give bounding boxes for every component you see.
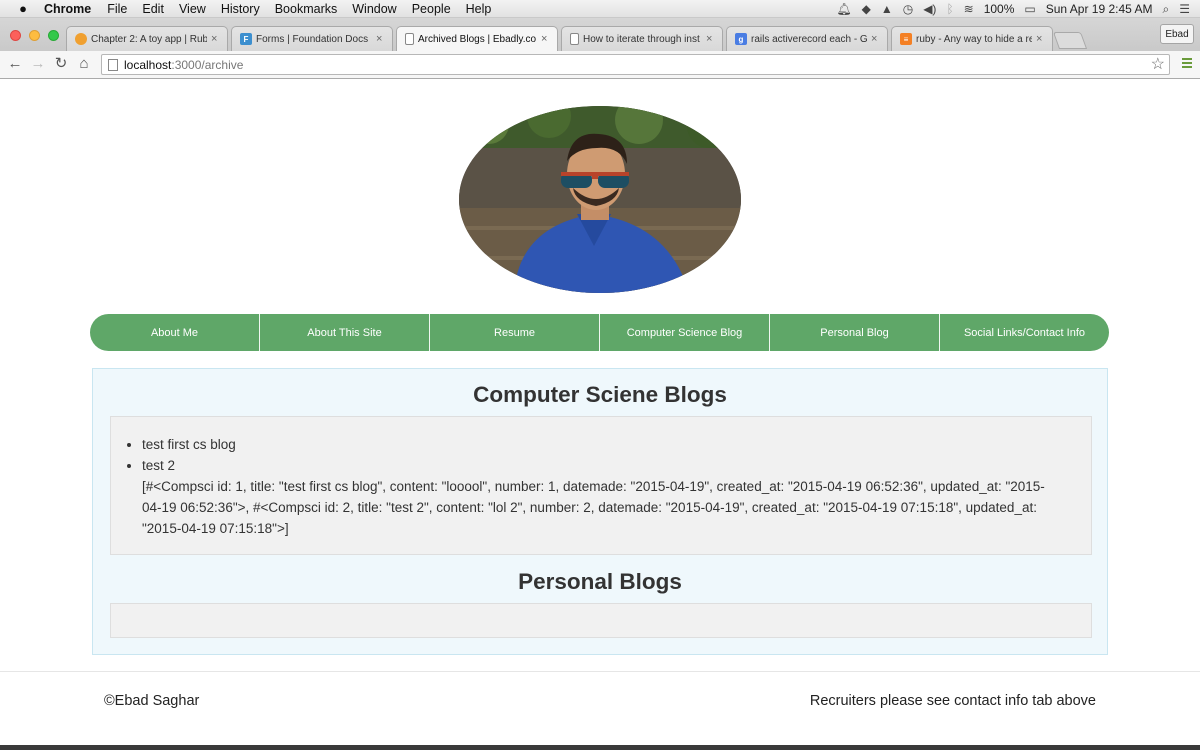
stackoverflow-icon: ≡ xyxy=(900,33,912,45)
browser-tab-active[interactable]: Archived Blogs | Ebadly.co × xyxy=(396,26,558,51)
browser-tab[interactable]: Chapter 2: A toy app | Rub × xyxy=(66,26,228,51)
battery-icon[interactable]: ▭ xyxy=(1024,2,1035,16)
status-area: 🔔︎ ◆ ▲ ◷ ◀) ᛒ ≋ 100% ▭ Sun Apr 19 2:45 A… xyxy=(836,0,1190,18)
cs-blogs-heading: Computer Sciene Blogs xyxy=(473,382,727,407)
nav-about-me[interactable]: About Me xyxy=(90,314,260,351)
notification-center-icon[interactable]: ☰ xyxy=(1179,2,1190,16)
menu-edit[interactable]: Edit xyxy=(142,2,164,16)
google-icon: g xyxy=(735,33,747,45)
profile-button[interactable]: Ebad xyxy=(1160,24,1194,44)
tab-title: ruby - Any way to hide a re xyxy=(916,33,1032,45)
battery-percent: 100% xyxy=(983,2,1015,16)
close-tab-icon[interactable]: × xyxy=(211,33,221,45)
reload-icon[interactable]: ↻ xyxy=(52,55,70,73)
chrome-menu-icon[interactable] xyxy=(1182,58,1192,70)
footer-copyright: ©Ebad Saghar xyxy=(104,693,200,709)
back-arrow-icon[interactable]: ← xyxy=(6,55,24,73)
browser-tab[interactable]: F Forms | Foundation Docs × xyxy=(231,26,393,51)
address-bar[interactable]: localhost:3000/archive ☆ xyxy=(101,54,1170,75)
page-icon xyxy=(405,33,414,45)
notification-bell-icon[interactable]: 🔔︎ xyxy=(836,2,851,16)
tab-title: Archived Blogs | Ebadly.co xyxy=(418,33,537,45)
time-machine-icon[interactable]: ◷ xyxy=(903,2,913,16)
window-controls xyxy=(10,30,59,41)
desktop-edge xyxy=(0,745,1200,750)
profile-photo xyxy=(459,106,741,293)
home-icon[interactable]: ⌂ xyxy=(75,55,93,73)
web-page: About Me About This Site Resume Computer… xyxy=(0,80,1200,750)
menu-bookmarks[interactable]: Bookmarks xyxy=(275,2,338,16)
page-icon xyxy=(570,33,579,45)
nav-computer-science-blog[interactable]: Computer Science Blog xyxy=(600,314,770,351)
page-icon xyxy=(108,58,118,71)
apple-logo-icon[interactable]: ● xyxy=(16,1,30,16)
nav-resume[interactable]: Resume xyxy=(430,314,600,351)
volume-icon[interactable]: ◀) xyxy=(923,2,936,16)
spotlight-search-icon[interactable]: ⌕ xyxy=(1163,2,1170,17)
foundation-icon: F xyxy=(240,33,252,45)
wifi-icon[interactable]: ≋ xyxy=(964,2,974,16)
personal-blogs-list-container xyxy=(110,603,1092,638)
menu-people[interactable]: People xyxy=(412,2,451,16)
archive-panel: Computer Sciene Blogs test first cs blog… xyxy=(92,368,1108,655)
tab-list: Chapter 2: A toy app | Rub × F Forms | F… xyxy=(66,26,1088,51)
list-item: test first cs blog xyxy=(142,434,1091,455)
cs-blogs-list: test first cs blog test 2 xyxy=(111,434,1091,476)
personal-blogs-heading: Personal Blogs xyxy=(518,569,682,594)
browser-toolbar: ← → ↻ ⌂ localhost:3000/archive ☆ xyxy=(0,51,1200,79)
footer-recruiter-note: Recruiters please see contact info tab a… xyxy=(809,693,1096,709)
list-item: test 2 xyxy=(142,455,1091,476)
menu-app-name[interactable]: Chrome xyxy=(44,2,91,16)
nav-personal-blog[interactable]: Personal Blog xyxy=(770,314,940,351)
nav-about-this-site[interactable]: About This Site xyxy=(260,314,430,351)
close-window-button[interactable] xyxy=(10,30,21,41)
footer-divider xyxy=(0,671,1200,672)
tab-title: Forms | Foundation Docs xyxy=(256,33,369,45)
menu-window[interactable]: Window xyxy=(352,2,396,16)
browser-tab-strip: Chapter 2: A toy app | Rub × F Forms | F… xyxy=(0,18,1200,51)
new-tab-button[interactable] xyxy=(1052,32,1088,49)
clock[interactable]: Sun Apr 19 2:45 AM xyxy=(1046,2,1153,16)
tab-title: How to iterate through inst xyxy=(583,33,700,45)
macos-menu-bar: ● Chrome File Edit View History Bookmark… xyxy=(0,0,1200,18)
cs-blogs-debug-dump: [#<Compsci id: 1, title: "test first cs … xyxy=(142,479,1045,536)
site-nav-bar: About Me About This Site Resume Computer… xyxy=(90,314,1109,351)
close-tab-icon[interactable]: × xyxy=(706,33,716,45)
forward-arrow-icon[interactable]: → xyxy=(29,55,47,73)
bookmark-star-icon[interactable]: ☆ xyxy=(1151,55,1165,74)
menu-history[interactable]: History xyxy=(221,2,260,16)
browser-tab[interactable]: g rails activerecord each - Go × xyxy=(726,26,888,51)
dropbox-icon[interactable]: ◆ xyxy=(862,2,871,16)
maximize-window-button[interactable] xyxy=(48,30,59,41)
browser-tab[interactable]: How to iterate through inst × xyxy=(561,26,723,51)
menu-file[interactable]: File xyxy=(107,2,127,16)
url-host: localhost xyxy=(124,57,172,72)
close-tab-icon[interactable]: × xyxy=(541,33,551,45)
tab-title: Chapter 2: A toy app | Rub xyxy=(91,33,207,45)
browser-tab[interactable]: ≡ ruby - Any way to hide a re × xyxy=(891,26,1053,51)
bluetooth-icon[interactable]: ᛒ xyxy=(946,2,953,16)
close-tab-icon[interactable]: × xyxy=(376,33,386,45)
menu-view[interactable]: View xyxy=(179,2,206,16)
google-drive-icon[interactable]: ▲ xyxy=(881,2,893,16)
tab-title: rails activerecord each - Go xyxy=(751,33,867,45)
profile-photo-image xyxy=(459,106,741,293)
menu-help[interactable]: Help xyxy=(466,2,492,16)
close-tab-icon[interactable]: × xyxy=(871,33,881,45)
close-tab-icon[interactable]: × xyxy=(1036,33,1046,45)
ruby-book-icon xyxy=(75,33,87,45)
url-path: :3000/archive xyxy=(171,57,244,72)
minimize-window-button[interactable] xyxy=(29,30,40,41)
nav-social-links-contact[interactable]: Social Links/Contact Info xyxy=(940,314,1109,351)
cs-blogs-list-container: test first cs blog test 2 [#<Compsci id:… xyxy=(110,416,1092,555)
